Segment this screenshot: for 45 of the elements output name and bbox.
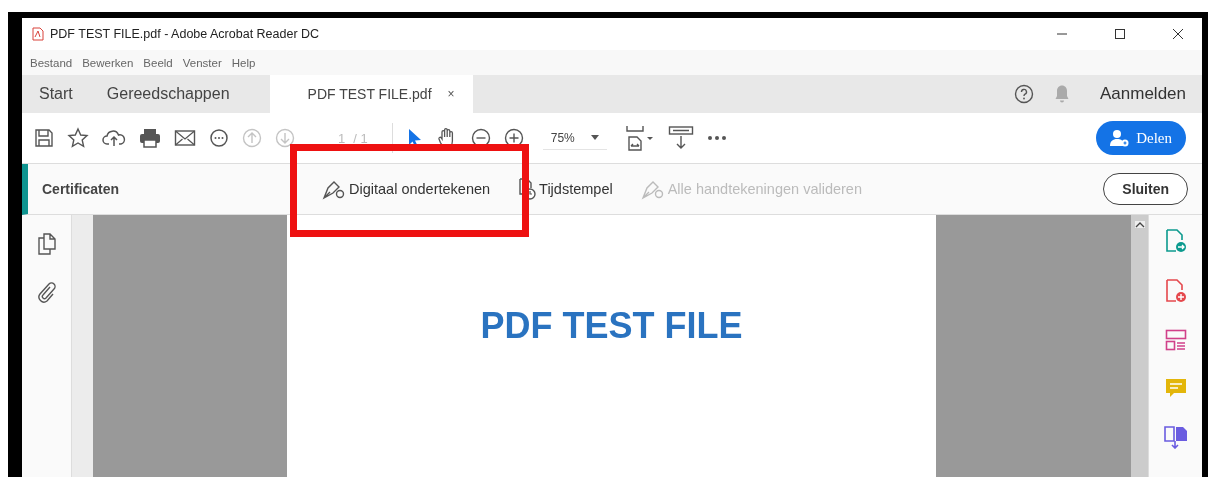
pdf-file-icon (32, 27, 44, 41)
pen-nib-icon (640, 178, 665, 200)
sign-in-link[interactable]: Aanmelden (1100, 84, 1186, 104)
star-icon[interactable] (67, 127, 89, 149)
caret-icon (590, 135, 599, 140)
tab[interactable]: PDF TEST FILE.pdf × (269, 75, 473, 113)
combine-files-icon[interactable] (1163, 425, 1188, 449)
menu-item[interactable]: Help (231, 56, 256, 69)
page-fit-icon[interactable] (624, 125, 655, 151)
tab[interactable]: Gereedschappen (89, 75, 270, 113)
layout-icon[interactable] (1164, 329, 1187, 351)
tool-button[interactable]: Tijdstempel (518, 178, 613, 200)
comment-icon[interactable] (209, 128, 229, 148)
keyboard-icon[interactable] (667, 125, 694, 151)
printer-icon[interactable] (139, 128, 161, 148)
menu-item[interactable]: Beeld (143, 56, 173, 69)
pages-icon[interactable] (37, 233, 56, 255)
page-count: / 1 (353, 130, 368, 146)
close-button[interactable]: Sluiten (1103, 173, 1188, 205)
menu-item[interactable]: Bewerken (82, 56, 134, 69)
document-clock-icon (518, 178, 537, 200)
zoom-dropdown[interactable]: 75% (542, 126, 607, 150)
paperclip-icon[interactable] (37, 281, 56, 303)
export-pdf-icon[interactable] (1164, 229, 1187, 253)
menu-item[interactable]: Bestand (30, 56, 73, 69)
tool-button[interactable]: Digitaal ondertekenen (322, 178, 491, 200)
more-icon[interactable] (706, 135, 727, 141)
share-button[interactable]: Delen (1096, 121, 1186, 155)
help-icon[interactable] (1014, 84, 1034, 104)
cloud-upload-icon[interactable] (102, 128, 126, 148)
pen-nib-icon (322, 178, 346, 200)
panel-title: Certificaten (42, 181, 121, 197)
menu-item[interactable]: Venster (182, 56, 222, 69)
scrollbar[interactable] (1131, 215, 1148, 477)
tab-close-button[interactable]: × (447, 87, 455, 101)
create-pdf-icon[interactable] (1164, 279, 1187, 303)
save-icon[interactable] (34, 128, 54, 148)
document-heading: PDF TEST FILE (480, 305, 743, 348)
window-title: PDF TEST FILE.pdf - Adobe Acrobat Reader DC (50, 27, 320, 41)
maximize-icon[interactable] (1114, 28, 1126, 40)
add-person-icon (1110, 129, 1131, 147)
scroll-up-icon[interactable] (1134, 221, 1145, 228)
close-icon[interactable] (1172, 28, 1184, 40)
mail-icon[interactable] (174, 129, 196, 147)
tab[interactable]: Start (22, 75, 90, 113)
